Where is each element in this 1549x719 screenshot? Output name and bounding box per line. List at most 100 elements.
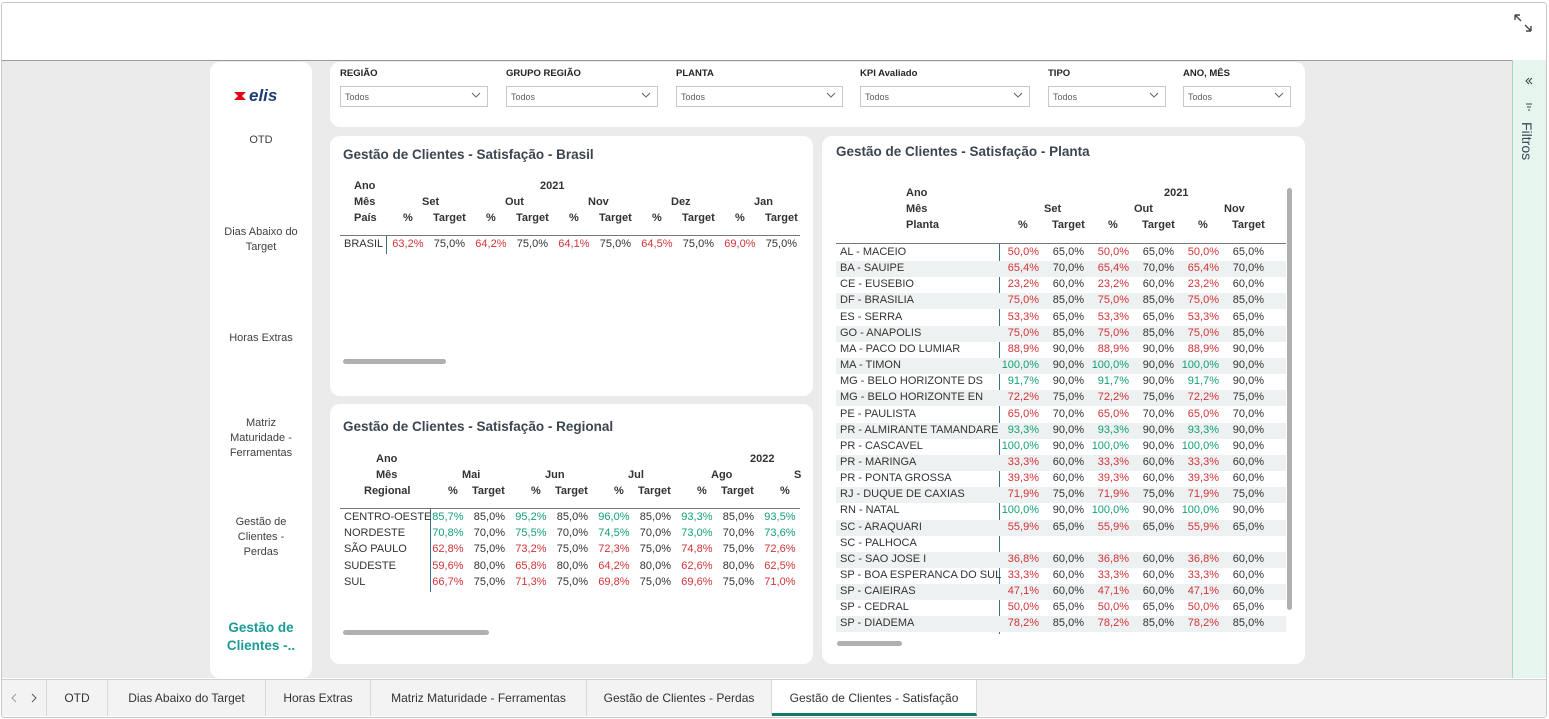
value-cell: 70,8% (432, 527, 464, 540)
nav-horas-extras[interactable]: Horas Extras (210, 331, 312, 346)
value-cell: 90,0% (1052, 375, 1084, 388)
horizontal-scrollbar[interactable] (837, 641, 902, 646)
value-cell: 65,0% (1142, 601, 1174, 614)
value-cell: 80,0% (639, 559, 671, 572)
header-pct: % (448, 485, 458, 497)
slicer-dropdown[interactable]: Todos (340, 86, 488, 107)
nav-gestao-satisfacao[interactable]: Gestão de Clientes -.. (210, 619, 312, 655)
slicer-regiao: REGIÃO Todos (340, 68, 488, 107)
vertical-scrollbar[interactable] (1287, 188, 1292, 610)
row-label: SC - ARAQUARI (840, 520, 922, 533)
table-row: MA - PACO DO LUMIAR 88,9% 90,0% 88,9% 90,0% 8… (836, 342, 1286, 358)
value-cell: 100,0% (1181, 504, 1219, 517)
expand-icon[interactable] (1512, 12, 1534, 34)
table-row: BRASIL 63,2% 75,0% 64,2% 75,0% 64,1% 75,0% 64,5… (340, 237, 800, 253)
tab-matriz-maturidade[interactable]: Matriz Maturidade - Ferramentas (371, 680, 587, 716)
value-cell: 85,0% (1232, 326, 1264, 339)
value-cell: 9 (1268, 424, 1286, 436)
value-cell: 55,9% (1007, 520, 1039, 533)
value-cell: 55,9% (1187, 520, 1219, 533)
slicer-dropdown[interactable]: Todos (676, 86, 843, 107)
value-cell: 100,0% (1091, 439, 1129, 452)
header-year: 2022 (750, 453, 775, 465)
value-cell: 75,0% (473, 575, 505, 588)
tab-prev-icon[interactable] (10, 693, 18, 703)
matrix-brasil[interactable]: Ano Mês País 2021 Set% Target Out% Target Nov% Ta… (340, 180, 802, 260)
value-cell: 7 (1268, 327, 1286, 339)
matrix-planta[interactable]: Ano Mês Planta 2021 Set% Target Out% Target Nov%… (836, 187, 1286, 639)
row-label: MA - PACO DO LUMIAR (840, 342, 961, 355)
value-cell: 65,0% (1142, 310, 1174, 323)
nav-dias-abaixo[interactable]: Dias Abaixo do Target (210, 225, 312, 255)
value-cell: 50,0% (1187, 246, 1219, 258)
value-cell: 7 (1268, 488, 1286, 500)
header-row-field: País (354, 212, 377, 224)
value-cell: 64,1% (558, 238, 590, 250)
slicer-label: PLANTA (676, 68, 714, 79)
header-mes: Mês (906, 203, 928, 215)
value-cell: 88,9% (1007, 342, 1039, 355)
value-cell: 71,0% (764, 575, 796, 588)
header-month: Nov (1224, 203, 1245, 215)
tab-next-icon[interactable] (30, 693, 38, 703)
value-cell: 75,0% (1097, 326, 1129, 339)
value-cell: 5 (1268, 311, 1286, 323)
collapse-chevron-icon[interactable] (1524, 76, 1534, 86)
tab-horas-extras[interactable]: Horas Extras (266, 680, 371, 716)
nav-gestao-perdas[interactable]: Gestão de Clientes - Perdas (210, 515, 312, 560)
tab-gestao-satisfacao[interactable]: Gestão de Clientes - Satisfação (772, 680, 977, 716)
nav-otd[interactable]: OTD (210, 133, 312, 148)
matrix-regional[interactable]: Ano Mês Regional 2022 Mai% Target Jun% Target Ju… (340, 453, 802, 603)
slicer-dropdown[interactable]: Todos (1183, 86, 1291, 107)
header-divider (836, 243, 1286, 244)
slicer-dropdown[interactable]: Todos (1048, 86, 1166, 107)
value-cell: 60,0% (1232, 552, 1264, 565)
tab-gestao-perdas[interactable]: Gestão de Clientes - Perdas (587, 680, 772, 716)
value-cell: 62,8% (432, 543, 464, 556)
value-cell: 75,0% (1142, 488, 1174, 501)
value-cell: 75,0% (1187, 294, 1219, 307)
card-brasil: Gestão de Clientes - Satisfação - Brasil… (330, 136, 813, 396)
header-target: Target (472, 485, 505, 497)
table-row: SUL 66,7% 75,0% 71,3% 75,0% 69,8% 75,0% 69,6% 75… (340, 575, 800, 591)
value-cell: 65,4% (1187, 262, 1219, 275)
tab-dias-abaixo[interactable]: Dias Abaixo do Target (108, 680, 266, 716)
value-cell: 85,0% (639, 511, 671, 523)
slicer-dropdown[interactable]: Todos (860, 86, 1030, 107)
value-cell: 100,0% (1181, 359, 1219, 372)
nav-matriz-maturidade[interactable]: Matriz Maturidade - Ferramentas (210, 416, 312, 461)
value-cell: 65,0% (1142, 520, 1174, 533)
value-cell: 60,0% (1142, 278, 1174, 291)
value-cell: 60,0% (1052, 585, 1084, 598)
value-cell: 64,2% (475, 238, 507, 250)
tab-otd[interactable]: OTD (46, 680, 108, 716)
value-cell: 55,9% (1097, 520, 1129, 533)
header-target: Target (1142, 219, 1175, 231)
value-cell: 50,0% (1097, 601, 1129, 614)
horizontal-scrollbar[interactable] (343, 630, 489, 635)
row-label: SP - DIADEMA (840, 617, 915, 630)
value-cell: 70,0% (1142, 407, 1174, 420)
value-cell: 5 (1268, 521, 1286, 533)
header-month: Mai (462, 469, 481, 481)
value-cell: 90,0% (1142, 504, 1174, 517)
header-target: Target (638, 485, 671, 497)
table-row: SÃO PAULO 62,8% 75,0% 73,2% 75,0% 72,3% 75,0% 7… (340, 542, 800, 558)
value-cell: 50,0% (1007, 601, 1039, 614)
value-cell: 74,5% (598, 527, 630, 540)
filters-pane[interactable]: Filtros (1512, 60, 1546, 678)
row-label: SÃO PAULO (344, 543, 407, 556)
value-cell: 95,2% (515, 511, 547, 523)
value-cell: 10 (1268, 440, 1286, 452)
header-ano: Ano (376, 453, 398, 465)
value-cell: 91,7% (1187, 375, 1219, 388)
slicer-dropdown[interactable]: Todos (506, 86, 658, 107)
table-row: PR - ALMIRANTE TAMANDARE 93,3% 90,0% 93,3% 9… (836, 422, 1286, 439)
table-row: AL - MACEIO 50,0% 65,0% 50,0% 65,0% 50,0% 65,0… (836, 245, 1286, 261)
row-label: MA - TIMON (840, 359, 901, 372)
row-label: BA - SAUIPE (840, 262, 905, 275)
value-cell: 69,6% (681, 575, 713, 588)
header-pct: % (780, 485, 790, 497)
horizontal-scrollbar[interactable] (343, 359, 446, 364)
value-cell: 72,6% (764, 543, 796, 556)
